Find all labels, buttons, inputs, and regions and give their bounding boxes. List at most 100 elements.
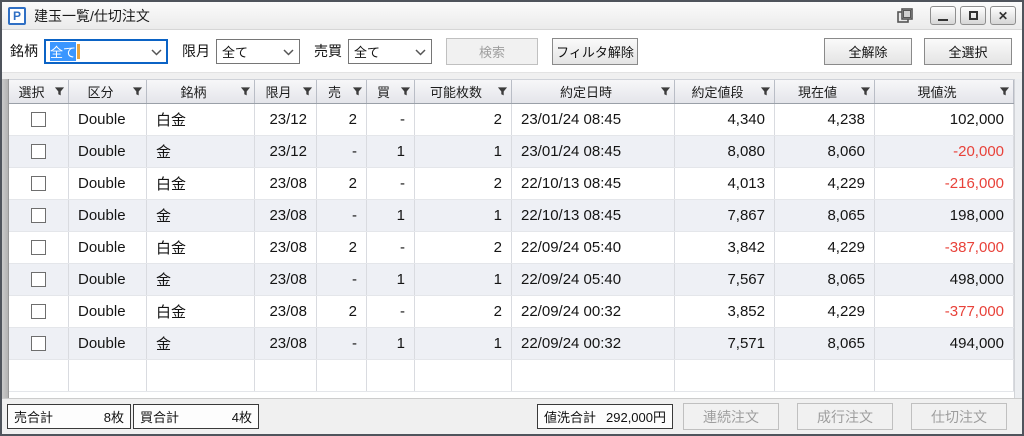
- cell-gengetsu: 23/08: [255, 168, 317, 199]
- filter-icon[interactable]: [240, 86, 251, 97]
- row-select-checkbox[interactable]: [31, 272, 46, 287]
- month-filter-combobox[interactable]: 全て: [216, 38, 300, 64]
- side-filter-label: 売買: [314, 43, 342, 59]
- cell-current: [775, 360, 875, 391]
- cell-buy: -: [367, 232, 415, 263]
- minimize-button[interactable]: [930, 6, 956, 25]
- cell-qty: 1: [415, 264, 512, 295]
- cell-kubun: Double: [69, 232, 147, 263]
- cell-select: [9, 360, 69, 391]
- maximize-button[interactable]: [960, 6, 986, 25]
- column-header-buy[interactable]: 買: [367, 80, 415, 103]
- cell-meigara: 金: [147, 264, 255, 295]
- filter-icon[interactable]: [400, 86, 411, 97]
- column-header-select[interactable]: 選択: [9, 80, 69, 103]
- cell-wash: 198,000: [875, 200, 1014, 231]
- table-row[interactable]: Double 白金 23/08 2-2 22/09/24 00:32 3,852 4,229…: [9, 296, 1014, 328]
- continuous-order-button[interactable]: 連続注文: [683, 403, 779, 430]
- row-select-checkbox[interactable]: [31, 240, 46, 255]
- chevron-down-icon[interactable]: [277, 44, 294, 59]
- filter-icon[interactable]: [760, 86, 771, 97]
- wash-total-box: 値洗合計 292,000円: [537, 404, 673, 429]
- cell-buy: 1: [367, 200, 415, 231]
- cell-gengetsu: 23/08: [255, 232, 317, 263]
- row-select-checkbox[interactable]: [31, 336, 46, 351]
- filter-icon[interactable]: [660, 86, 671, 97]
- column-header-gengetsu[interactable]: 限月: [255, 80, 317, 103]
- cell-current: 4,229: [775, 232, 875, 263]
- filter-icon[interactable]: [352, 86, 363, 97]
- row-select-checkbox[interactable]: [31, 208, 46, 223]
- cell-gengetsu: 23/12: [255, 136, 317, 167]
- scrollbar-track[interactable]: [1014, 79, 1022, 398]
- cell-kubun: Double: [69, 264, 147, 295]
- table-row[interactable]: Double 金 23/12-1 1 23/01/24 08:45 8,080 8,060-…: [9, 136, 1014, 168]
- cell-price: 7,867: [675, 200, 775, 231]
- column-header-datetime[interactable]: 約定日時: [512, 80, 675, 103]
- clear-filter-button[interactable]: フィルタ解除: [552, 37, 638, 65]
- cell-select: [9, 232, 69, 263]
- column-header-wash[interactable]: 現値洗: [875, 80, 1014, 103]
- symbol-filter-label: 銘柄: [10, 43, 38, 59]
- side-filter-combobox[interactable]: 全て: [348, 38, 432, 64]
- column-header-sell[interactable]: 売: [317, 80, 367, 103]
- table-row[interactable]: Double 白金 23/12 2-2 23/01/24 08:45 4,340 4,238…: [9, 104, 1014, 136]
- filter-toolbar: 銘柄 全て 限月 全て 売買 全て 検索 フィルタ解除 全解除 全選択: [2, 30, 1022, 73]
- cell-qty: 1: [415, 136, 512, 167]
- window-title: 建玉一覧/仕切注文: [34, 7, 150, 24]
- filter-icon[interactable]: [302, 86, 313, 97]
- symbol-filter-combobox[interactable]: 全て: [44, 38, 168, 64]
- row-select-checkbox[interactable]: [31, 144, 46, 159]
- minimize-icon: [938, 19, 948, 21]
- column-header-label: 限月: [265, 85, 292, 100]
- buy-total-label: 買合計: [140, 410, 180, 425]
- cell-buy: [367, 360, 415, 391]
- cell-meigara: [147, 360, 255, 391]
- row-select-checkbox[interactable]: [31, 176, 46, 191]
- cell-gengetsu: 23/08: [255, 328, 317, 359]
- cell-buy: 1: [367, 264, 415, 295]
- deselect-all-button[interactable]: 全解除: [824, 37, 912, 65]
- column-header-meigara[interactable]: 銘柄: [147, 80, 255, 103]
- settlement-order-button[interactable]: 仕切注文: [911, 403, 1007, 430]
- cell-buy: -: [367, 104, 415, 135]
- table-row[interactable]: Double 白金 23/08 2-2 22/10/13 08:45 4,013 4,229…: [9, 168, 1014, 200]
- chevron-down-icon[interactable]: [145, 44, 162, 59]
- cell-select: [9, 296, 69, 327]
- cell-wash: 498,000: [875, 264, 1014, 295]
- column-header-label: 選択: [18, 85, 45, 100]
- select-all-button[interactable]: 全選択: [924, 37, 1012, 65]
- filter-icon[interactable]: [54, 86, 65, 97]
- cell-gengetsu: 23/08: [255, 296, 317, 327]
- row-select-checkbox[interactable]: [31, 112, 46, 127]
- filter-icon[interactable]: [860, 86, 871, 97]
- cell-wash: -216,000: [875, 168, 1014, 199]
- cell-select: [9, 328, 69, 359]
- filter-icon[interactable]: [132, 86, 143, 97]
- column-header-current[interactable]: 現在値: [775, 80, 875, 103]
- market-order-button[interactable]: 成行注文: [797, 403, 893, 430]
- buy-total-box: 買合計 4枚: [133, 404, 259, 429]
- close-button[interactable]: ✕: [990, 6, 1016, 25]
- cell-kubun: Double: [69, 104, 147, 135]
- cell-price: 8,080: [675, 136, 775, 167]
- column-header-kubun[interactable]: 区分: [69, 80, 147, 103]
- column-header-price[interactable]: 約定値段: [675, 80, 775, 103]
- search-button[interactable]: 検索: [446, 37, 538, 65]
- cell-meigara: 金: [147, 136, 255, 167]
- table-row[interactable]: Double 金 23/08-1 1 22/09/24 00:32 7,571 8,065 4…: [9, 328, 1014, 360]
- cell-current: 8,065: [775, 264, 875, 295]
- cell-qty: 2: [415, 296, 512, 327]
- cell-kubun: Double: [69, 136, 147, 167]
- table-row[interactable]: Double 金 23/08-1 1 22/09/24 05:40 7,567 8,065 4…: [9, 264, 1014, 296]
- filter-icon[interactable]: [999, 86, 1010, 97]
- table-row[interactable]: Double 金 23/08-1 1 22/10/13 08:45 7,867 8,065 1…: [9, 200, 1014, 232]
- column-header-qty[interactable]: 可能枚数: [415, 80, 512, 103]
- filter-icon[interactable]: [497, 86, 508, 97]
- table-row[interactable]: Double 白金 23/08 2-2 22/09/24 05:40 3,842 4,229…: [9, 232, 1014, 264]
- chevron-down-icon[interactable]: [409, 44, 426, 59]
- column-header-label: 売: [327, 85, 341, 100]
- table-header-row: 選択 区分 銘柄 限月 売 買 可能枚数 約定日時 約定値段 現在値 現値洗: [9, 79, 1014, 104]
- row-select-checkbox[interactable]: [31, 304, 46, 319]
- popout-window-icon[interactable]: [894, 6, 916, 26]
